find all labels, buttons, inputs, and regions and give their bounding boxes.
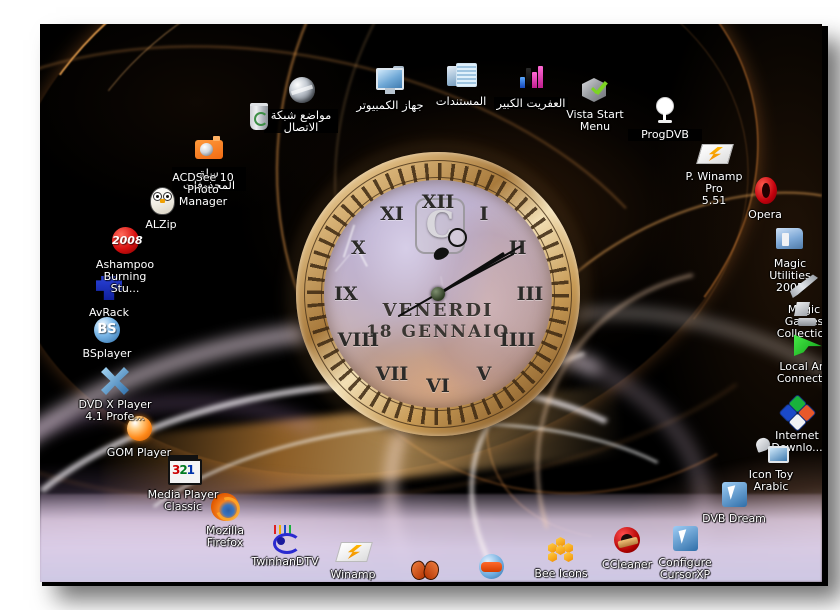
desktop-icon-label: جهاز الكمبيوتر: [356, 98, 424, 112]
desktop-icon-label: Ashampoo Burning Stu...: [95, 258, 155, 295]
desktop-icon-label: CCleaner: [601, 558, 653, 571]
desktop-icon-label: DVD X Player 4.1 Profe...: [78, 398, 152, 423]
desktop-surface[interactable]: C VENERDI 18 GENNAIO IIIIIIIIIIVVIVIIVII…: [40, 24, 822, 582]
dish-icon: [648, 94, 682, 128]
desktop-icon-label: ACDSee 10 Photo Manager: [172, 171, 234, 208]
desktop-icon-progdvb[interactable]: ProgDVB: [628, 94, 702, 141]
desktop-icon-winamp[interactable]: Winamp: [316, 534, 390, 581]
desktop-icon-label: العفريت الكبير: [494, 97, 568, 109]
camera-orange-icon: [192, 132, 226, 166]
idm-icon: [778, 393, 817, 433]
desktop-icon-label: AvRack: [89, 306, 129, 319]
desktop-icon-ccleaner[interactable]: CCleaner: [590, 524, 664, 571]
screenshot-frame: C VENERDI 18 GENNAIO IIIIIIIIIIVVIVIIVII…: [0, 0, 840, 610]
clock-center-cap: [431, 287, 445, 301]
desktop-icon-recycle-bin-can[interactable]: [222, 100, 296, 134]
snap-icon: [474, 551, 508, 582]
desktop-icon-label: BSplayer: [82, 347, 132, 360]
clock-numeral-12: XII: [421, 191, 455, 213]
desktop-icon-bsplayer[interactable]: BS BSplayer: [70, 313, 144, 360]
desktop-icon-media-player-classic[interactable]: 321 Media Player Classic: [146, 454, 220, 513]
desktop-icon-label: ALZip: [145, 218, 177, 231]
clock-numeral-8: VIII: [337, 329, 380, 351]
twinhan-icon: [268, 521, 302, 555]
dvdx-icon: [98, 364, 132, 398]
clock-numeral-5: V: [476, 362, 492, 385]
winamp-icon: [335, 534, 373, 568]
desktop-icon-label: Bee Icons: [534, 567, 588, 580]
clock-numeral-9: IX: [334, 283, 358, 305]
desktop-icon-label: Winamp: [330, 568, 376, 581]
folder-docs-icon: [444, 60, 478, 94]
desktop-icon-dvb-dream[interactable]: DVB Dream: [697, 478, 771, 525]
desktop-icon-label: TwinhanDTV: [251, 555, 319, 568]
desktop-icon-ashampoo-magical-snap[interactable]: Ashampoo Magical Snap: [454, 551, 528, 582]
opera-icon: [748, 174, 782, 208]
desktop-icon-ashampoo-burning-studio[interactable]: 2008 Ashampoo Burning Stu...: [88, 224, 162, 295]
clock-numeral-10: X: [350, 237, 366, 259]
winamp-icon: [696, 136, 734, 170]
desktop-icon-label: Vista Start Menu: [566, 108, 624, 133]
desktop-icon-mosamim-nova-2[interactable]: مصمم نوفا ٢: [388, 555, 462, 582]
clock-numeral-1: I: [479, 203, 489, 226]
butterfly-icon: [408, 555, 442, 582]
desktop-icon-al-ifrit-al-kabir[interactable]: العفريت الكبير: [494, 62, 568, 109]
desktop-icon-label: Media Player Classic: [147, 488, 219, 513]
cursor-blue2-icon: [668, 522, 702, 556]
monitor-icon: [373, 64, 407, 98]
desktop-clock-widget[interactable]: C VENERDI 18 GENNAIO IIIIIIIIIIVVIVIIVII…: [282, 138, 594, 450]
clock-numeral-3: III: [516, 283, 544, 305]
desktop-icon-label: Opera: [748, 208, 782, 221]
clock-numeral-6: VI: [426, 375, 450, 397]
desktop-icon-dvd-x-player[interactable]: DVD X Player 4.1 Profe...: [78, 364, 152, 423]
green-arrow-icon: [791, 326, 822, 360]
clock-numeral-7: VII: [375, 362, 409, 385]
desktop-icon-label: Local Area Connection: [776, 360, 822, 385]
mpc-icon: 321: [166, 454, 202, 488]
vista-icon: [578, 74, 612, 108]
bars-icon: [514, 62, 548, 96]
desktop-icon-acdsee-10[interactable]: ACDSee 10 Photo Manager: [166, 171, 240, 208]
desktop-icon-label: GOM Player: [106, 446, 172, 459]
desktop-icon-my-documents[interactable]: المستندات: [424, 60, 498, 107]
desktop-icon-bee-icons[interactable]: Bee Icons: [524, 533, 598, 580]
recycle-can-icon: [242, 100, 276, 134]
pc-dish-icon: [754, 434, 789, 468]
cursor-blue-icon: [717, 478, 751, 512]
ccleaner-icon: [610, 524, 644, 558]
desktop-icon-opera[interactable]: Opera: [728, 174, 802, 221]
desktop-icon-local-area-connection[interactable]: Local Area Connection: [771, 326, 822, 385]
clock-hand-ring: [448, 228, 467, 247]
desktop-icon-vista-start-menu[interactable]: Vista Start Menu: [558, 74, 632, 133]
desktop-icon-label: Mozilla Firefox: [206, 524, 244, 549]
desktop-icon-my-computer[interactable]: جهاز الكمبيوتر: [353, 64, 427, 111]
desktop-icon-label: المستندات: [435, 94, 487, 108]
clock-numeral-4: IIII: [499, 329, 536, 351]
clock-numeral-11: XI: [380, 203, 404, 226]
bee-icon: [544, 533, 578, 567]
magic-folder-icon: [773, 223, 807, 257]
